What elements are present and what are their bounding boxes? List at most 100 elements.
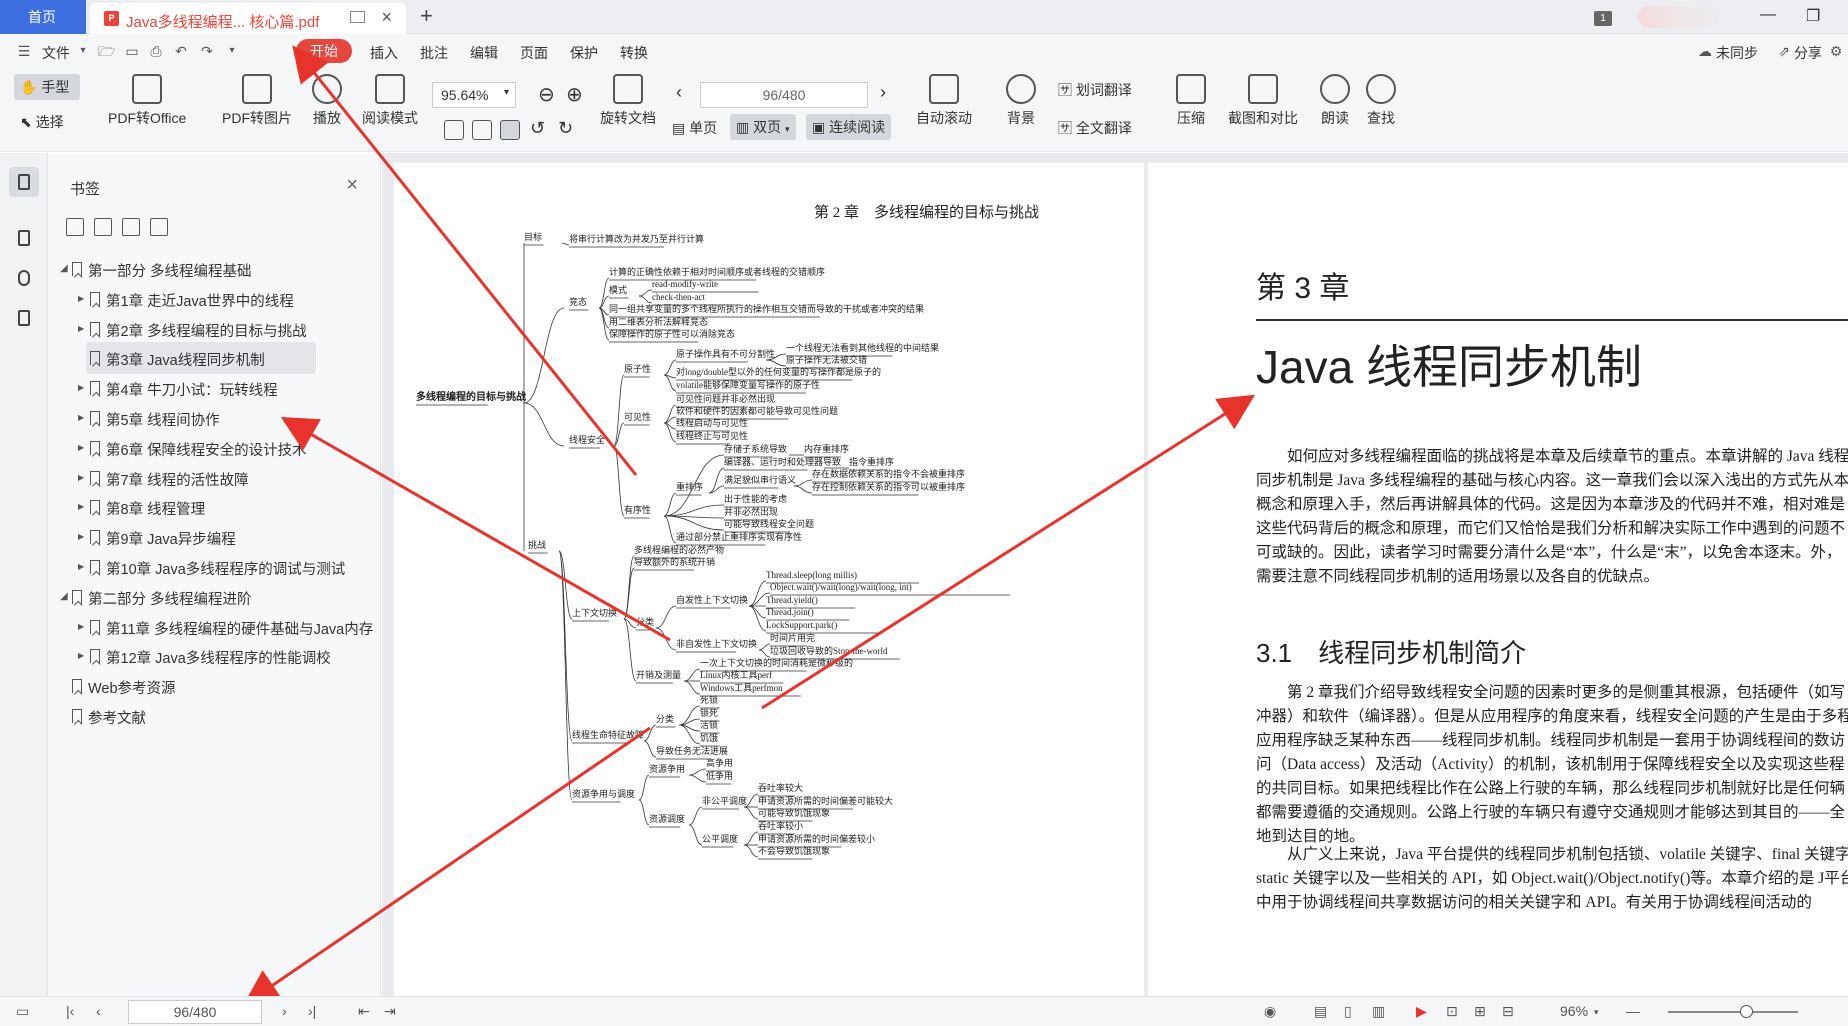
bookmark-item[interactable]: ▶ 第10章 Java多线程程序的调试与测试	[48, 551, 373, 583]
pdf-to-office-button[interactable]: PDF转Office	[108, 74, 186, 128]
read-mode-button[interactable]: 阅读模式	[362, 74, 418, 128]
zoom-in-icon[interactable]: ⊕	[566, 82, 583, 107]
screenshot-compare-button[interactable]: 截图和对比	[1228, 74, 1298, 128]
zoom-out-status-icon[interactable]: —	[1626, 1003, 1640, 1019]
menu-convert[interactable]: 转换	[620, 43, 648, 63]
hamburger-menu-icon[interactable]: ☰	[16, 43, 32, 59]
play-status-icon[interactable]: ▶	[1416, 1003, 1427, 1020]
maximize-icon[interactable]: ❐	[1806, 6, 1820, 26]
select-tool-button[interactable]: ⬉ 选择	[20, 112, 64, 132]
auto-scroll-button[interactable]: 自动滚动	[916, 74, 972, 128]
find-button[interactable]: 查找	[1366, 74, 1396, 128]
bookmark-item[interactable]: ▶ 第11章 多线程编程的硬件基础与Java内存模型	[48, 611, 373, 643]
menu-file[interactable]: 文件	[42, 43, 70, 63]
expand-arrow-icon[interactable]: ◢	[60, 591, 68, 602]
collapse-arrow-icon[interactable]: ▶	[78, 294, 84, 303]
sync-status[interactable]: 未同步	[1716, 43, 1758, 63]
word-translate-button[interactable]: 🈂 划词翻译	[1058, 80, 1132, 100]
expand-arrow-icon[interactable]: ◢	[60, 263, 68, 274]
status-zoom[interactable]: 96%	[1560, 1003, 1588, 1019]
eye-protect-icon[interactable]: ◉	[1264, 1003, 1276, 1020]
bookmark-item[interactable]: ▶ 第8章 线程管理	[48, 491, 373, 523]
bookmark-item[interactable]: ▶ 第4章 牛刀小试：玩转线程	[48, 372, 373, 404]
play-button[interactable]: 播放	[312, 74, 342, 128]
menu-insert[interactable]: 插入	[370, 43, 398, 63]
share-icon[interactable]: ⇗	[1776, 43, 1792, 59]
next-page-status-icon[interactable]: ›	[282, 1003, 287, 1019]
zoom-slider[interactable]	[1668, 1011, 1798, 1013]
thumbnail-panel-button[interactable]	[9, 223, 39, 253]
menu-protect[interactable]: 保护	[570, 43, 598, 63]
bookmark-item[interactable]: ▶ 第6章 保障线程安全的设计技术	[48, 432, 373, 464]
continuous-view-icon[interactable]: ▤	[1314, 1003, 1327, 1020]
chevron-down-icon[interactable]: ▾	[75, 43, 91, 59]
fit-width-icon[interactable]	[500, 120, 520, 140]
sidebar-close-icon[interactable]: ×	[346, 174, 358, 197]
zoom-out-icon[interactable]: ⊖	[538, 82, 555, 107]
menu-annotate[interactable]: 批注	[420, 43, 448, 63]
add-bookmark-icon[interactable]	[122, 218, 140, 236]
undo-icon[interactable]: ↶	[173, 43, 189, 59]
last-page-icon[interactable]: ›|	[308, 1003, 316, 1019]
bookmark-item[interactable]: ▶ 第7章 线程的活性故障	[48, 462, 373, 494]
collapse-arrow-icon[interactable]: ▶	[78, 324, 84, 333]
page-number-input[interactable]: 96/480	[700, 82, 868, 108]
menu-start[interactable]: 开始	[296, 39, 352, 63]
fit-page-icon[interactable]	[472, 120, 492, 140]
collapse-arrow-icon[interactable]: ▶	[78, 473, 84, 482]
collapse-arrow-icon[interactable]: ▶	[78, 562, 84, 571]
document-tab[interactable]: P Java多线程编程... 核心篇.pdf ×	[90, 3, 406, 34]
quick-access-chevron-icon[interactable]: ▾	[224, 43, 240, 59]
single-view-icon[interactable]: ▯	[1344, 1003, 1352, 1020]
open-folder-icon[interactable]: 🗁	[98, 43, 115, 59]
bookmark-item[interactable]: ▶第3章 Java线程同步机制	[86, 342, 316, 375]
zoom-slider-handle[interactable]	[1740, 1005, 1753, 1018]
new-tab-button[interactable]: +	[420, 3, 433, 29]
read-aloud-button[interactable]: 朗读	[1320, 74, 1350, 128]
prev-page-status-icon[interactable]: ‹	[96, 1003, 101, 1019]
prev-page-icon[interactable]: ‹	[676, 82, 682, 103]
bookmark-item[interactable]: ▶ 第9章 Java异步编程	[48, 521, 373, 553]
collapse-arrow-icon[interactable]: ▶	[78, 651, 84, 660]
hand-tool-button[interactable]: ✋ 手型	[14, 74, 80, 100]
collapse-arrow-icon[interactable]: ▶	[78, 413, 84, 422]
tab-close-icon[interactable]: ×	[381, 7, 392, 28]
chevron-down-icon[interactable]: ▾	[1594, 1007, 1599, 1018]
double-page-button[interactable]: ▥ 双页 ▾	[730, 114, 796, 140]
collapse-arrow-icon[interactable]: ▶	[78, 383, 84, 392]
avatar[interactable]	[1638, 6, 1718, 28]
bookmark-item[interactable]: ▶ 第5章 线程间协作	[48, 402, 373, 434]
bookmark-item[interactable]: ▶ 第2章 多线程编程的目标与挑战	[48, 313, 373, 345]
save-icon[interactable]: ▭	[124, 43, 140, 59]
attachment-panel-button[interactable]	[9, 263, 39, 293]
zoom-select[interactable]: 95.64% ▾	[432, 82, 516, 108]
window-count-badge[interactable]: 1	[1594, 11, 1612, 26]
bookmark-panel-button[interactable]	[9, 167, 39, 197]
bookmark-item[interactable]: ◢ 第一部分 多线程编程基础	[48, 253, 373, 285]
status-page-input[interactable]: 96/480	[128, 1000, 262, 1024]
forward-icon[interactable]: ⇥	[384, 1003, 396, 1020]
bookmark-item[interactable]: Web参考资源	[48, 670, 373, 702]
signature-panel-button[interactable]	[9, 303, 39, 333]
continuous-read-button[interactable]: ▣ 连续阅读	[806, 114, 892, 140]
delete-bookmark-icon[interactable]	[150, 218, 168, 236]
next-page-icon[interactable]: ›	[880, 82, 886, 103]
single-page-button[interactable]: ▤ 单页	[672, 118, 717, 138]
first-page-icon[interactable]: |‹	[66, 1003, 74, 1019]
rotate-right-icon[interactable]: ↻	[558, 118, 573, 139]
expand-all-icon[interactable]	[66, 218, 84, 236]
document-viewport[interactable]: 第 2 章 多线程编程的目标与挑战 多线程编程的目标与挑战 目标 将串行计算改为并发…	[382, 153, 1848, 996]
rotate-left-icon[interactable]: ↺	[530, 118, 545, 139]
bookmark-item[interactable]: 参考文献	[48, 700, 373, 732]
actual-size-status-icon[interactable]: ⊡	[1446, 1003, 1458, 1020]
menu-page[interactable]: 页面	[520, 43, 548, 63]
minimize-icon[interactable]: —	[1760, 6, 1776, 24]
collapse-arrow-icon[interactable]: ▶	[78, 443, 84, 452]
compress-button[interactable]: 压缩	[1176, 74, 1206, 128]
actual-size-icon[interactable]	[444, 120, 464, 140]
collapse-arrow-icon[interactable]: ▶	[78, 532, 84, 541]
redo-icon[interactable]: ↷	[199, 43, 215, 59]
bookmark-item[interactable]: ▶ 第1章 走近Java世界中的线程	[48, 283, 373, 315]
rotate-document-button[interactable]: 旋转文档	[600, 74, 656, 128]
home-tab[interactable]: 首页	[0, 0, 86, 34]
